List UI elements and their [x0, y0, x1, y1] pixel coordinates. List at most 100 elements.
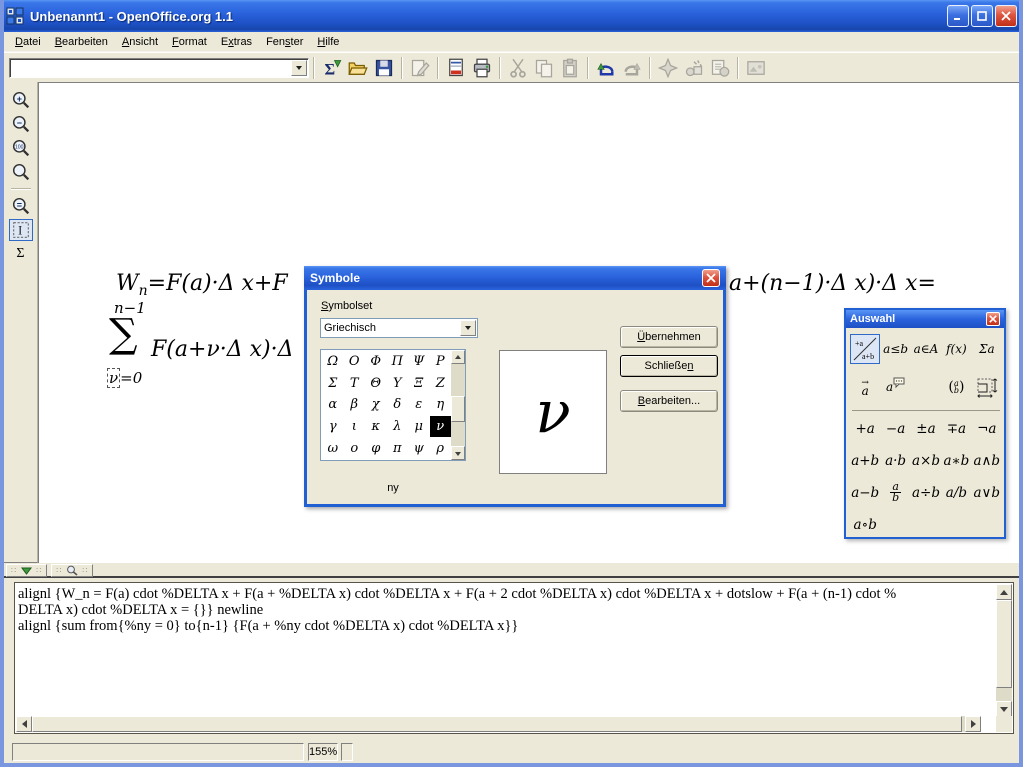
- functions-category[interactable]: f(x): [941, 334, 971, 364]
- update-view-icon[interactable]: =: [9, 195, 33, 217]
- vertical-scroll-thumb[interactable]: [996, 600, 1012, 688]
- relations-category[interactable]: a≤b: [880, 334, 910, 364]
- combobox-input[interactable]: [12, 61, 288, 75]
- command-text[interactable]: alignl {W_n = F(a) cdot %DELTA x + F(a +…: [18, 586, 993, 634]
- symbol-cell-η[interactable]: η: [430, 394, 452, 416]
- symbol-scroll-up-button[interactable]: [451, 350, 465, 364]
- maximize-button[interactable]: [971, 5, 993, 27]
- redo-icon[interactable]: [620, 56, 644, 80]
- symbol-cell-ω[interactable]: ω: [322, 437, 344, 459]
- misc-category[interactable]: a: [880, 372, 910, 402]
- selection-palette-titlebar[interactable]: Auswahl: [846, 310, 1004, 328]
- menu-fenster[interactable]: Fenster: [259, 34, 310, 50]
- minimize-button[interactable]: [947, 5, 969, 27]
- schliessen-button[interactable]: Schließen: [620, 355, 718, 377]
- title-bar[interactable]: Unbenannt1 - OpenOffice.org 1.1: [0, 0, 1023, 32]
- operator-a∗b[interactable]: a∗b: [941, 448, 971, 473]
- unary-binary-operators-category[interactable]: +aa+b: [850, 334, 880, 364]
- menu-format[interactable]: Format: [165, 34, 214, 50]
- zoom-100-icon[interactable]: 100: [9, 137, 33, 159]
- operator-+a[interactable]: +a: [850, 416, 880, 441]
- command-vertical-scrollbar[interactable]: [996, 584, 1012, 717]
- symbol-cell-ε[interactable]: ε: [408, 394, 430, 416]
- edit-handle[interactable]: ∷ ∷: [51, 564, 93, 577]
- symbol-cell-Τ[interactable]: Τ: [344, 373, 366, 395]
- symbols-dialog-close-icon[interactable]: [702, 269, 720, 287]
- symbol-cell-μ[interactable]: μ: [408, 416, 430, 438]
- open-icon[interactable]: [346, 56, 370, 80]
- symbol-cell-Ξ[interactable]: Ξ: [408, 373, 430, 395]
- operator-−a[interactable]: −a: [880, 416, 910, 441]
- scroll-down-button[interactable]: [996, 701, 1012, 717]
- edit-file-icon[interactable]: [408, 56, 432, 80]
- symbols-catalog-icon[interactable]: Σ: [9, 243, 33, 265]
- symbol-cell-Ω[interactable]: Ω: [322, 351, 344, 373]
- close-button[interactable]: [995, 5, 1017, 27]
- cut-icon[interactable]: [506, 56, 530, 80]
- symbol-cell-κ[interactable]: κ: [365, 416, 387, 438]
- symbols-dialog-titlebar[interactable]: Symbole: [304, 266, 726, 290]
- combobox-dropdown-button[interactable]: [291, 60, 307, 76]
- operator-a÷b[interactable]: a÷b: [911, 480, 941, 505]
- operator-a+b[interactable]: a+b: [850, 448, 880, 473]
- symbol-scroll-down-button[interactable]: [451, 446, 465, 460]
- paste-icon[interactable]: [558, 56, 582, 80]
- symbol-cell-Ζ[interactable]: Ζ: [430, 373, 452, 395]
- symbol-cell-β[interactable]: β: [344, 394, 366, 416]
- zoom-out-icon[interactable]: −: [9, 113, 33, 135]
- symbolset-combobox[interactable]: Griechisch: [320, 318, 478, 338]
- symbol-cell-Φ[interactable]: Φ: [365, 351, 387, 373]
- symbol-cell-ο[interactable]: ο: [344, 437, 366, 459]
- symbol-cell-Ρ[interactable]: Ρ: [430, 351, 452, 373]
- symbol-cell-ρ[interactable]: ρ: [430, 437, 452, 459]
- menu-extras[interactable]: Extras: [214, 34, 259, 50]
- formula-cursor-icon[interactable]: I: [9, 219, 33, 241]
- symbol-cell-λ[interactable]: λ: [387, 416, 409, 438]
- command-horizontal-scrollbar[interactable]: [16, 716, 981, 732]
- zoom-all-icon[interactable]: [9, 161, 33, 183]
- symbol-cell-δ[interactable]: δ: [387, 394, 409, 416]
- symbol-cell-φ[interactable]: φ: [365, 437, 387, 459]
- symbol-grid-scrollbar[interactable]: [451, 350, 465, 460]
- operator-a∘b[interactable]: a∘b: [850, 512, 880, 537]
- symbol-cell-Σ[interactable]: Σ: [322, 373, 344, 395]
- operator-a×b[interactable]: a×b: [911, 448, 941, 473]
- operator-∓a[interactable]: ∓a: [941, 416, 971, 441]
- scroll-right-button[interactable]: [965, 716, 981, 732]
- symbol-cell-Π[interactable]: Π: [387, 351, 409, 373]
- symbol-cell-π[interactable]: π: [387, 437, 409, 459]
- operator-a−b[interactable]: a−b: [850, 480, 880, 505]
- operators-category[interactable]: Σa: [972, 334, 1002, 364]
- symbol-scroll-thumb[interactable]: [451, 396, 465, 422]
- symbol-cell-Θ[interactable]: Θ: [365, 373, 387, 395]
- symbol-cell-α[interactable]: α: [322, 394, 344, 416]
- attributes-category[interactable]: →a: [850, 372, 880, 402]
- symbolset-dropdown-button[interactable]: [460, 320, 476, 336]
- symbol-cell-ν[interactable]: ν: [430, 416, 452, 438]
- horizontal-scroll-thumb[interactable]: [32, 716, 962, 732]
- new-formula-icon[interactable]: Σ: [320, 56, 344, 80]
- zoom-in-icon[interactable]: +: [9, 89, 33, 111]
- menu-ansicht[interactable]: Ansicht: [115, 34, 165, 50]
- navigator-icon[interactable]: [656, 56, 680, 80]
- zoom-level-pane[interactable]: 155%: [308, 743, 338, 761]
- scroll-left-button[interactable]: [16, 716, 32, 732]
- menu-hilfe[interactable]: Hilfe: [310, 34, 346, 50]
- symbol-cell-Υ[interactable]: Υ: [387, 373, 409, 395]
- symbol-cell-ι[interactable]: ι: [344, 416, 366, 438]
- gallery-icon[interactable]: [744, 56, 768, 80]
- formats-category[interactable]: [972, 372, 1002, 402]
- copy-icon[interactable]: [532, 56, 556, 80]
- bearbeiten-button[interactable]: Bearbeiten...: [620, 390, 718, 412]
- brackets-category[interactable]: (ab): [941, 372, 971, 402]
- symbol-cell-ψ[interactable]: ψ: [408, 437, 430, 459]
- formula-url-combobox[interactable]: [9, 58, 309, 78]
- uebernehmen-button[interactable]: Übernehmen: [620, 326, 718, 348]
- operator-±a[interactable]: ±a: [911, 416, 941, 441]
- selection-palette-close-icon[interactable]: [986, 312, 1000, 326]
- menu-datei[interactable]: Datei: [8, 34, 48, 50]
- operator-a-over-b[interactable]: ab: [880, 480, 910, 505]
- symbol-cell-Ψ[interactable]: Ψ: [408, 351, 430, 373]
- insert-fields-icon[interactable]: [682, 56, 706, 80]
- operator-a∧b[interactable]: a∧b: [972, 448, 1002, 473]
